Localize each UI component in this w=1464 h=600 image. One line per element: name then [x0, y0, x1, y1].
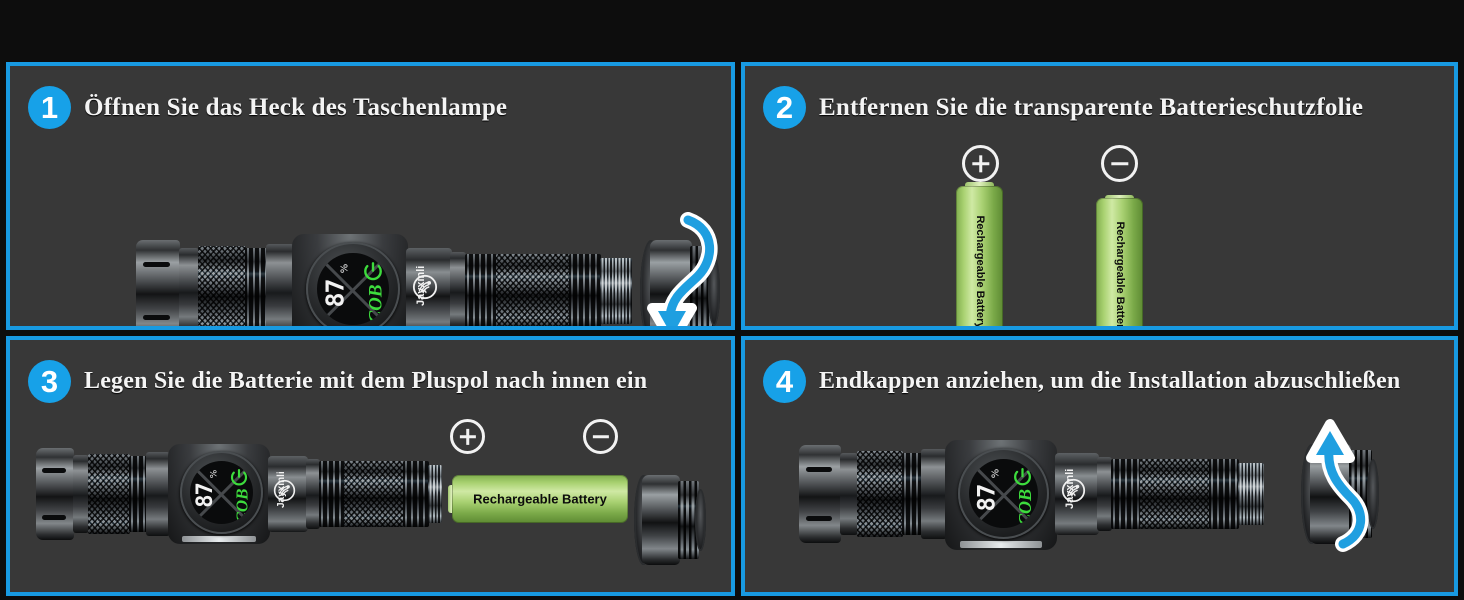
flashlight-brand-section: Jayxinli	[268, 456, 308, 532]
flashlight-display-dial: 87 % COB	[958, 448, 1049, 539]
flashlight-head-knurling	[88, 454, 130, 534]
flashlight-brand-section: Jayxinli	[1055, 453, 1099, 535]
flashlight-head-knurling	[198, 246, 246, 326]
flashlight-bezel	[136, 240, 180, 326]
flashlight-display-dial: 87 % COB	[306, 242, 400, 326]
flashlight-neck	[179, 248, 199, 326]
flashlight-tube-collar	[1097, 457, 1112, 531]
tail-cap-body	[642, 475, 680, 565]
tighten-arrow-up	[1303, 416, 1379, 556]
step-number-badge-1: 1	[28, 86, 71, 129]
flashlight-neck	[73, 455, 89, 533]
flashlight-head-collar	[146, 452, 170, 536]
tail-cap-end	[695, 489, 706, 551]
flashlight-bezel	[799, 445, 841, 543]
flashlight-grip-knurling	[1140, 459, 1210, 529]
mode-label: COB	[365, 284, 387, 324]
brand-name: Jayxinli	[415, 265, 427, 306]
step-number-badge-3: 3	[28, 360, 71, 403]
instruction-graphic: 1 Öffnen Sie das Heck des Taschenlampe 8…	[0, 0, 1464, 600]
display-face: 87 % COB	[317, 253, 389, 325]
battery-percent-value: 87	[320, 279, 350, 308]
flashlight-head-knurling	[857, 451, 903, 537]
flashlight-head-ribs	[902, 453, 922, 535]
battery-cell-negative: Rechargeable Battery	[1096, 195, 1143, 330]
step-panel-3: 3 Legen Sie die Batterie mit dem Pluspol…	[6, 336, 735, 596]
flashlight-grip-knurling	[496, 254, 570, 326]
flashlight-tube-ribs-rear	[403, 461, 429, 527]
step-panel-1: 1 Öffnen Sie das Heck des Taschenlampe 8…	[6, 62, 735, 330]
step-1-heading: 1 Öffnen Sie das Heck des Taschenlampe	[28, 86, 507, 129]
step-title-4: Endkappen anziehen, um die Installation …	[819, 368, 1401, 394]
mode-label: COB	[232, 488, 252, 524]
flashlight-brand-section: Jayxinli	[406, 248, 452, 326]
mode-label: COB	[1014, 488, 1035, 526]
power-icon	[362, 261, 384, 283]
flashlight-4: 87 % COB Jayxinli	[799, 432, 1269, 558]
flashlight-tube-collar	[450, 252, 466, 326]
flashlight-head-collar	[921, 449, 947, 539]
brand-name: Jayxinli	[1064, 468, 1076, 509]
flashlight-side-lens	[182, 536, 256, 542]
step-4-heading: 4 Endkappen anziehen, um die Installatio…	[763, 360, 1400, 403]
flashlight-tube-ribs-front	[465, 254, 497, 326]
flashlight-head-collar	[266, 244, 294, 326]
step-panel-2: 2 Entfernen Sie die transparente Batteri…	[741, 62, 1458, 330]
battery-label: Rechargeable Battery	[473, 491, 607, 507]
flashlight-head-ribs	[245, 248, 267, 326]
step-3-heading: 3 Legen Sie die Batterie mit dem Pluspol…	[28, 360, 647, 403]
display-face: 87 % COB	[968, 458, 1039, 529]
flashlight-display-dial: 87 % COB	[180, 451, 263, 534]
step-title-3: Legen Sie die Batterie mit dem Pluspol n…	[84, 368, 648, 394]
percent-symbol: %	[209, 469, 220, 479]
battery-percent-value: 87	[192, 483, 218, 508]
unscrew-arrow-down	[646, 212, 720, 326]
panel-grid: 1 Öffnen Sie das Heck des Taschenlampe 8…	[6, 62, 1458, 596]
flashlight-bezel	[36, 448, 74, 540]
display-face: 87 % COB	[189, 460, 254, 525]
flashlight-side-lens	[960, 541, 1042, 548]
percent-symbol: %	[990, 468, 1002, 479]
polarity-plus-icon-3	[450, 419, 485, 454]
flashlight-1: 87 % COB Jayxinli	[136, 226, 632, 326]
flashlight-tube-collar	[306, 459, 320, 529]
flashlight-display-housing: 87 % COB	[292, 234, 408, 326]
battery-label: Rechargeable Battery	[973, 215, 986, 329]
polarity-minus-icon-3	[583, 419, 618, 454]
step-panel-4: 4 Endkappen anziehen, um die Installatio…	[741, 336, 1458, 596]
flashlight-3: 87 % COB Jayxinli	[36, 436, 442, 554]
polarity-plus-icon-2	[962, 145, 999, 182]
flashlight-tube-ribs-rear	[1209, 459, 1239, 529]
tail-cap-3	[634, 470, 706, 570]
battery-percent-value: 87	[972, 484, 1001, 512]
battery-cell-inserted: Rechargeable Battery	[448, 475, 628, 523]
flashlight-neck	[840, 453, 858, 535]
step-title-2: Entfernen Sie die transparente Batteries…	[819, 93, 1364, 121]
brand-name: Jayxinli	[276, 471, 287, 508]
polarity-minus-icon-2	[1101, 145, 1138, 182]
flashlight-tube-ribs-front	[319, 461, 345, 527]
percent-symbol: %	[339, 264, 351, 274]
flashlight-threads	[600, 258, 632, 324]
flashlight-tube-ribs-rear	[569, 254, 601, 326]
power-icon	[1012, 467, 1033, 488]
flashlight-display-housing: 87 % COB	[945, 440, 1057, 550]
step-2-heading: 2 Entfernen Sie die transparente Batteri…	[763, 86, 1363, 129]
step-title-1: Öffnen Sie das Heck des Taschenlampe	[84, 93, 508, 121]
battery-cell-positive: Rechargeable Battery	[956, 182, 1003, 329]
flashlight-tube-ribs-front	[1111, 459, 1141, 529]
flashlight-head-ribs	[129, 456, 147, 532]
step-number-badge-2: 2	[763, 86, 806, 129]
battery-label: Rechargeable Battery	[1113, 221, 1126, 330]
flashlight-display-housing: 87 % COB	[168, 444, 270, 544]
flashlight-threads	[1238, 463, 1264, 525]
flashlight-threads	[428, 465, 442, 523]
flashlight-grip-knurling	[344, 461, 404, 527]
step-number-badge-4: 4	[763, 360, 806, 403]
power-icon	[229, 468, 249, 488]
